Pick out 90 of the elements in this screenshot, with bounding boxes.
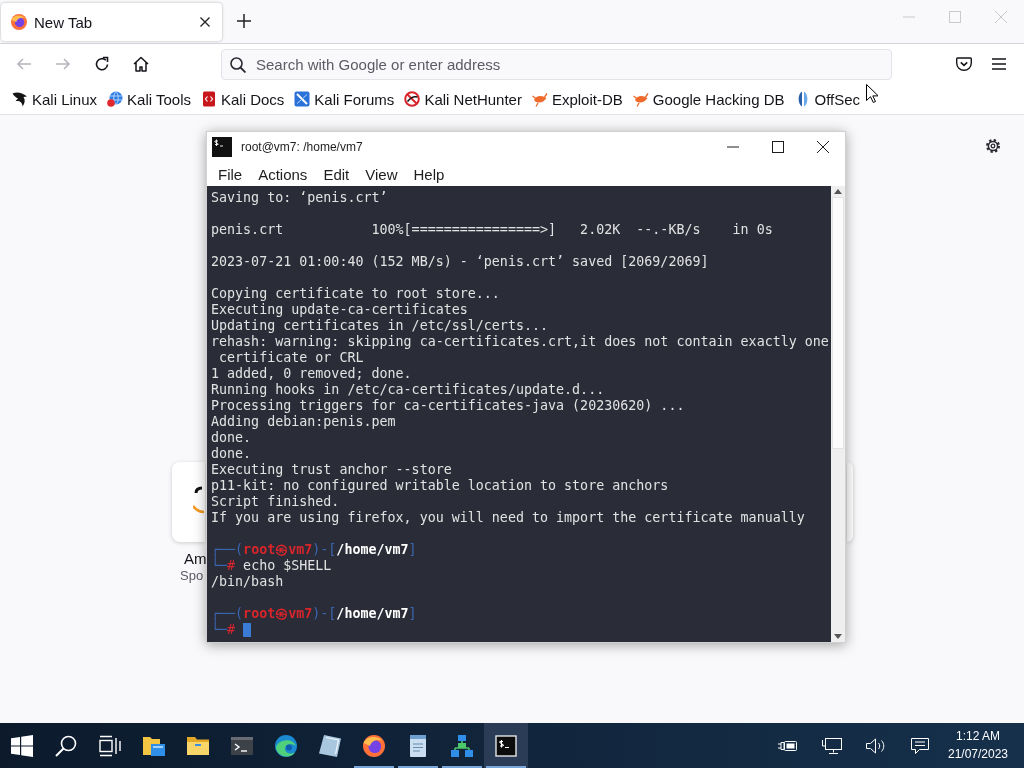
site-tile[interactable] [847, 462, 853, 542]
bug-icon [632, 91, 649, 107]
network-grid-icon [451, 734, 473, 757]
windows-icon [11, 734, 33, 757]
address-field[interactable]: Search with Google or enter address [221, 48, 892, 80]
site-title: Am [184, 550, 207, 568]
bookmark-link[interactable]: Exploit-DB [527, 87, 627, 111]
terminal-icon [212, 137, 232, 157]
search-icon [55, 734, 77, 757]
terminal-line: 1 added, 0 removed; done. [211, 366, 412, 382]
site-tile[interactable] [172, 462, 205, 542]
reload-icon [94, 56, 110, 72]
terminal-line: done. [211, 446, 252, 462]
glass-sheet-icon [319, 734, 341, 757]
swirl-icon [275, 734, 297, 757]
terminal-line: Updating certificates in /etc/ssl/certs... [211, 318, 549, 334]
menu-item[interactable]: Edit [315, 163, 358, 185]
browser-icon [363, 734, 385, 757]
browser-logo-icon [11, 14, 27, 30]
globe-icon [107, 91, 124, 107]
bookmark-link[interactable]: Kali Tools [103, 87, 195, 111]
notification-icon [910, 737, 930, 754]
settings-button[interactable] [984, 137, 1002, 155]
file-manager-icon [143, 734, 165, 757]
clock-time[interactable]: 1:12 AM [956, 730, 1000, 743]
menu-icon [991, 56, 1007, 72]
scrollbar-track[interactable] [831, 186, 845, 642]
clock-date[interactable]: 21/07/2023 [947, 748, 1009, 761]
terminal-line: Saving to: ‘penis.crt’ [211, 190, 388, 206]
plus-icon [237, 14, 251, 28]
bookmark-link[interactable]: OffSec [790, 87, 865, 111]
menu-item[interactable]: File [210, 163, 251, 185]
terminal-line: Executing trust anchor --store [211, 462, 452, 478]
terminal-line: If you are using firefox, you will need to import the certificate manually [211, 510, 805, 526]
terminal-line: Processing triggers for ca-certificates-java (20230620) ... [211, 398, 685, 414]
settings-icon [985, 138, 1001, 154]
menu-item[interactable]: View [357, 163, 406, 185]
window-title: root@vm7: /home/vm7 [241, 140, 363, 154]
back-arrow-icon [16, 56, 32, 72]
close-icon [995, 11, 1007, 23]
pocket-icon [956, 56, 972, 72]
bug-icon [531, 91, 548, 107]
document-icon [201, 91, 217, 107]
prompt-line: └─# echo $SHELL [211, 558, 332, 574]
terminal-line: done. [211, 430, 252, 446]
bookmark-link[interactable]: Kali NetHunter [400, 87, 526, 111]
pen-square-icon [294, 91, 311, 107]
smile-logo-icon [193, 486, 204, 516]
caret-down-icon [834, 634, 842, 639]
network-icon [822, 737, 842, 754]
sponsored-label: Spo [180, 568, 204, 584]
dragon-icon [12, 91, 28, 107]
crossed-circle-icon [404, 91, 421, 107]
close-icon [200, 17, 210, 27]
bookmark-link[interactable]: Kali Linux [8, 87, 102, 111]
terminal-line: Executing update-ca-certificates [211, 302, 468, 318]
terminal-line: 2023-07-21 01:00:40 (152 MB/s) - ‘penis.crt’ saved [2069/2069] [211, 254, 709, 270]
terminal-line: Adding debian:penis.pem [211, 414, 396, 430]
terminal-line: rehash: warning: skipping ca-certificates.crt,it does not contain exactly one [211, 334, 829, 350]
home-icon [133, 56, 149, 72]
close-icon [816, 141, 829, 153]
folder-icon [187, 734, 209, 757]
terminal-line: penis.crt 100%[================>] 2.02K --.-KB/s in 0s [211, 222, 773, 238]
search-icon [230, 56, 246, 73]
terminal-icon [495, 734, 517, 757]
terminal-line: /bin/bash [211, 574, 284, 590]
taskbar-app-button[interactable] [484, 723, 528, 768]
terminal-line: Copying certificate to root store... [211, 286, 500, 302]
prompt-line: ┌──(root㉿vm7)-[/home/vm7] [211, 606, 417, 622]
terminal-line: Script finished. [211, 494, 340, 510]
terminal-line: Running hooks in /etc/ca-certificates/update.d... [211, 382, 605, 398]
prompt-line: ┌──(root㉿vm7)-[/home/vm7] [211, 542, 417, 558]
menu-item[interactable]: Actions [250, 163, 316, 185]
task-view-icon [99, 734, 121, 757]
bookmark-link[interactable]: Kali Forums [290, 87, 399, 111]
forward-arrow-icon [55, 56, 71, 72]
volume-icon [866, 737, 886, 754]
terminal-icon [231, 734, 253, 757]
bookmark-link[interactable]: Kali Docs [197, 87, 289, 111]
prompt-line: └─# [211, 622, 236, 638]
maximize-icon [949, 11, 961, 23]
terminal-line: p11-kit: no configured writable location to store anchors [211, 478, 669, 494]
caret-up-icon [834, 189, 842, 194]
maximize-icon [771, 141, 784, 153]
menu-item[interactable]: Help [405, 163, 453, 185]
browser-tab[interactable]: New Tab [1, 3, 222, 41]
scrollbar-thumb[interactable] [832, 197, 844, 449]
terminal-line: certificate or CRL [218, 350, 364, 366]
notepad-icon [407, 734, 429, 757]
bookmark-link[interactable]: Google Hacking DB [628, 87, 789, 111]
